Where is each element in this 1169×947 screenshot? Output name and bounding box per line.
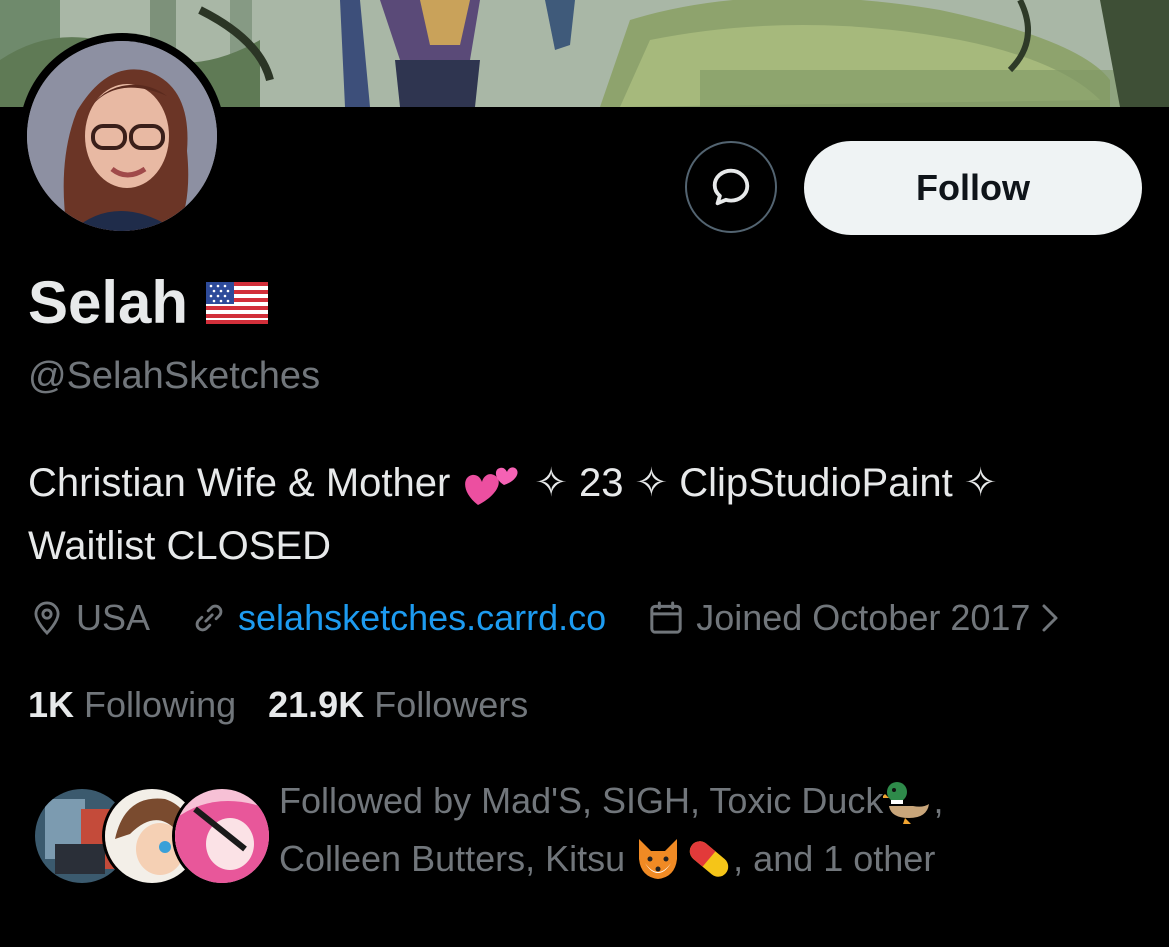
- link-icon: [195, 604, 223, 632]
- profile-bio: Christian Wife & Mother ✧ 23 ✧ ClipStudi…: [28, 452, 1148, 578]
- profile-avatar[interactable]: [19, 33, 225, 239]
- pill-icon: [689, 841, 729, 877]
- website-item[interactable]: selahsketches.carrd.co: [190, 597, 606, 639]
- profile-meta: USA selahsketches.carrd.co Joined Octobe…: [28, 597, 1064, 639]
- following-stat[interactable]: 1K Following: [28, 684, 236, 726]
- followed-by-line2: Colleen Butters, Kitsu: [279, 838, 626, 879]
- website-link[interactable]: selahsketches.carrd.co: [238, 597, 606, 639]
- calendar-icon: [650, 601, 682, 634]
- chevron-right-icon[interactable]: [1038, 598, 1064, 638]
- fox-icon: [639, 839, 678, 879]
- followed-by-line2-end: , and 1 other: [733, 838, 936, 879]
- profile-stats: 1K Following 21.9K Followers: [28, 684, 560, 726]
- following-count: 1K: [28, 684, 75, 725]
- followed-by-text[interactable]: Followed by Mad'S, SIGH, Toxic Duck , Co…: [279, 772, 1139, 888]
- profile-handle: @SelahSketches: [28, 355, 321, 397]
- profile-name-row: Selah: [28, 268, 269, 337]
- location-pin-icon: [34, 601, 60, 636]
- bio-text-waitlist: Waitlist CLOSED: [28, 524, 332, 568]
- location-item: USA: [28, 597, 150, 639]
- duck-icon: [883, 782, 930, 824]
- followers-label: Followers: [374, 684, 529, 725]
- us-flag-icon: [206, 281, 269, 324]
- avatar: [172, 786, 272, 886]
- followers-count: 21.9K: [268, 684, 365, 725]
- message-button[interactable]: [685, 141, 777, 233]
- joined-item: Joined October 2017: [646, 597, 1030, 639]
- profile-name: Selah: [28, 269, 189, 336]
- followed-by-line1-end: ,: [933, 780, 944, 821]
- followed-by-line1: Followed by Mad'S, SIGH, Toxic Duck: [279, 780, 884, 821]
- message-icon: [712, 168, 750, 206]
- joined-text: Joined October 2017: [696, 597, 1031, 638]
- followed-by-avatars[interactable]: [32, 786, 272, 886]
- two-hearts-icon: [465, 466, 518, 505]
- location-text: USA: [76, 597, 151, 638]
- bio-text: Christian Wife & Mother: [28, 461, 451, 505]
- follow-button[interactable]: Follow: [804, 141, 1142, 235]
- following-label: Following: [84, 684, 237, 725]
- followers-stat[interactable]: 21.9K Followers: [268, 684, 528, 726]
- avatar-image: [27, 41, 217, 231]
- bio-text-tags: ✧ 23 ✧ ClipStudioPaint ✧: [534, 461, 998, 505]
